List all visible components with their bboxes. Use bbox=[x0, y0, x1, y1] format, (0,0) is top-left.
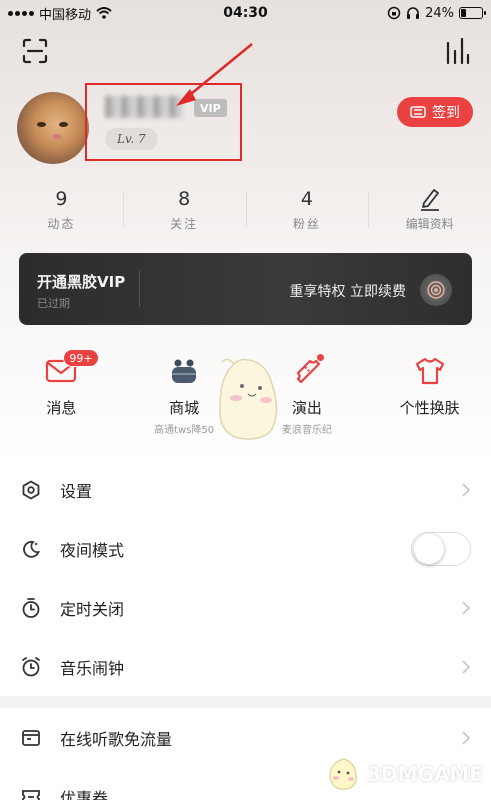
status-left: 中国移动 bbox=[8, 4, 112, 23]
edit-profile-button[interactable]: 编辑资料 bbox=[368, 183, 491, 235]
vip-banner-divider bbox=[139, 271, 140, 307]
vip-banner-promo[interactable]: 重享特权 立即续费 bbox=[290, 281, 406, 301]
stat-posts-label: 动态 bbox=[47, 216, 76, 231]
edit-pencil-icon bbox=[420, 188, 439, 211]
wifi-icon bbox=[96, 7, 112, 19]
scan-icon bbox=[22, 38, 48, 64]
shortcut-messages[interactable]: 99+ 消息 bbox=[0, 345, 123, 445]
status-bar: 中国移动 04:30 24% bbox=[0, 0, 491, 26]
shows-new-dot bbox=[315, 353, 325, 362]
scan-button[interactable] bbox=[20, 36, 50, 66]
edit-profile-label: 编辑资料 bbox=[405, 216, 454, 231]
menu-item-music-alarm[interactable]: 音乐闹钟 bbox=[0, 637, 491, 696]
annotation-arrow bbox=[176, 43, 253, 106]
shortcut-messages-label: 消息 bbox=[46, 399, 77, 417]
stat-following-label: 关注 bbox=[170, 216, 199, 231]
carrier-label: 中国移动 bbox=[39, 7, 92, 23]
stat-following[interactable]: 8 关注 bbox=[122, 183, 246, 235]
checkin-label: 签到 bbox=[432, 105, 460, 121]
stat-followers-value: 4 bbox=[300, 187, 313, 210]
site-watermark: 3DMGAME bbox=[325, 756, 483, 792]
mascot-watermark-image bbox=[219, 358, 278, 440]
battery-percent: 24% bbox=[425, 5, 454, 21]
shortcut-store-label: 商城 bbox=[169, 399, 200, 417]
bar-chart-icon bbox=[446, 37, 470, 65]
stat-following-value: 8 bbox=[178, 187, 191, 210]
vinyl-disc-icon bbox=[420, 274, 452, 306]
stat-posts-value: 9 bbox=[55, 187, 68, 210]
menu-item-free-data-label: 在线听歌免流量 bbox=[60, 729, 173, 749]
moon-icon bbox=[20, 538, 42, 560]
menu-item-night-mode-label: 夜间模式 bbox=[60, 540, 125, 560]
headphones-icon bbox=[407, 7, 420, 19]
chevron-right-icon bbox=[462, 659, 471, 674]
shortcut-skins-icon-wrap bbox=[410, 351, 450, 391]
menu-item-sleep-timer[interactable]: 定时关闭 bbox=[0, 578, 491, 637]
timer-icon bbox=[20, 597, 42, 619]
menu-item-sleep-timer-label: 定时关闭 bbox=[60, 599, 125, 619]
sim-card-icon bbox=[20, 727, 42, 749]
avatar[interactable] bbox=[17, 92, 89, 164]
menu-item-music-alarm-label: 音乐闹钟 bbox=[60, 658, 125, 678]
settings-hex-icon bbox=[20, 479, 42, 501]
status-right: 24% bbox=[387, 5, 486, 21]
battery-level bbox=[461, 9, 466, 17]
chevron-right-icon bbox=[462, 482, 471, 497]
vip-banner-title: 开通黑胶VIP bbox=[37, 273, 126, 291]
menu-item-night-mode[interactable]: 夜间模式 bbox=[0, 519, 491, 578]
shortcut-store-icon-wrap bbox=[164, 351, 204, 391]
alarm-clock-icon bbox=[20, 656, 42, 678]
listening-stats-button[interactable] bbox=[443, 36, 473, 66]
vip-banner[interactable]: 开通黑胶VIP 已过期 重享特权 立即续费 bbox=[19, 253, 472, 325]
shortcut-store-promo: 高通tws降50 bbox=[154, 425, 215, 436]
tshirt-icon bbox=[415, 357, 444, 385]
checkin-button[interactable]: 签到 bbox=[397, 97, 473, 127]
battery-icon bbox=[459, 7, 486, 19]
chevron-right-icon bbox=[462, 730, 471, 745]
stat-followers-label: 粉丝 bbox=[292, 216, 321, 231]
menu-item-settings-label: 设置 bbox=[60, 481, 93, 501]
clock: 04:30 bbox=[223, 5, 268, 21]
shortcut-messages-icon-wrap: 99+ bbox=[41, 349, 99, 391]
shortcut-skins-label: 个性换肤 bbox=[399, 399, 460, 417]
messages-badge: 99+ bbox=[63, 349, 99, 367]
vip-banner-status: 已过期 bbox=[37, 297, 70, 310]
site-watermark-text: 3DMGAME bbox=[367, 762, 483, 786]
night-mode-toggle[interactable] bbox=[411, 531, 471, 566]
menu-item-settings[interactable]: 设置 bbox=[0, 460, 491, 519]
shortcut-shows-label: 演出 bbox=[291, 399, 322, 417]
shortcut-shows-icon-wrap bbox=[287, 351, 327, 391]
chevron-right-icon bbox=[462, 600, 471, 615]
mascot-logo-icon bbox=[329, 758, 358, 790]
shortcut-skins[interactable]: 个性换肤 bbox=[368, 345, 491, 445]
night-mode-toggle-knob bbox=[414, 533, 444, 564]
earbuds-case-icon bbox=[172, 359, 197, 383]
stat-posts[interactable]: 9 动态 bbox=[0, 183, 123, 235]
checkin-icon bbox=[410, 106, 426, 118]
coupon-icon bbox=[20, 786, 42, 800]
stat-followers[interactable]: 4 粉丝 bbox=[245, 183, 369, 235]
profile-stats: 9 动态 8 关注 4 粉丝 编辑资料 bbox=[0, 183, 491, 235]
rotation-lock-icon bbox=[387, 6, 401, 20]
settings-menu-group: 设置 夜间模式 定时关闭 音乐闹钟 bbox=[0, 460, 491, 696]
signal-icon bbox=[8, 10, 34, 16]
shortcut-shows-promo: 麦浪音乐纪 bbox=[281, 425, 332, 436]
